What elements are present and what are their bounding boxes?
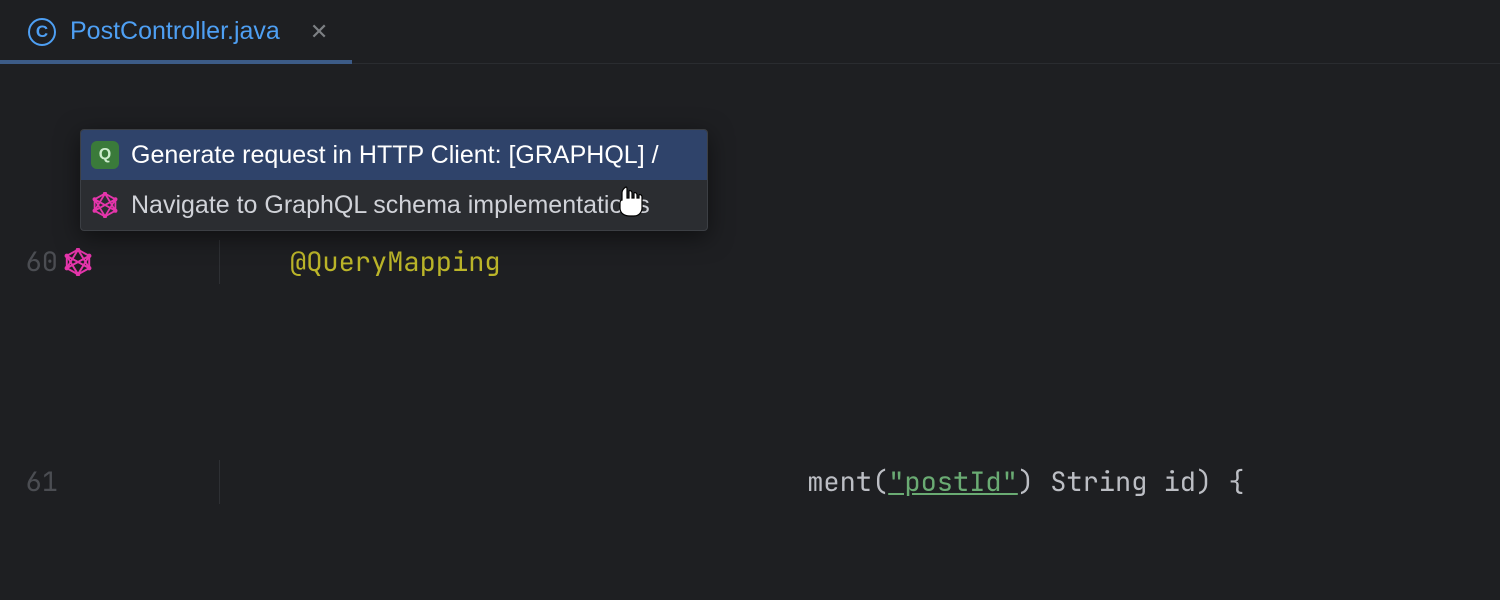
close-icon[interactable]: ✕ xyxy=(310,19,328,45)
popup-item-label: Navigate to GraphQL schema implementatio… xyxy=(131,191,650,220)
gutter-action-popup: Q Generate request in HTTP Client: [GRAP… xyxy=(80,129,708,231)
tab-label: PostController.java xyxy=(70,17,280,46)
popup-item-label: Generate request in HTTP Client: [GRAPHQ… xyxy=(131,141,659,170)
popup-item-generate-http-request[interactable]: Q Generate request in HTTP Client: [GRAP… xyxy=(81,130,707,180)
string-literal: "postId" xyxy=(888,464,1018,500)
http-request-icon: Q xyxy=(91,141,119,169)
popup-item-navigate-schema[interactable]: Navigate to GraphQL schema implementatio… xyxy=(81,180,707,230)
code-fragment: ment( xyxy=(807,464,888,500)
line-number: 60 xyxy=(0,240,58,284)
editor-tab[interactable]: C PostController.java ✕ xyxy=(10,0,346,63)
code-line[interactable]: 60 @QueryMapping xyxy=(0,240,1500,284)
tab-bar: C PostController.java ✕ xyxy=(0,0,1500,64)
code-fragment: ) String id) { xyxy=(1018,464,1245,500)
graphql-icon xyxy=(91,191,119,219)
annotation: @QueryMapping xyxy=(290,244,501,280)
code-line[interactable]: 61 ment("postId") String id) { xyxy=(0,460,1500,504)
java-class-icon: C xyxy=(28,18,56,46)
filetype-letter: C xyxy=(36,23,48,40)
line-number: 61 xyxy=(0,460,58,504)
